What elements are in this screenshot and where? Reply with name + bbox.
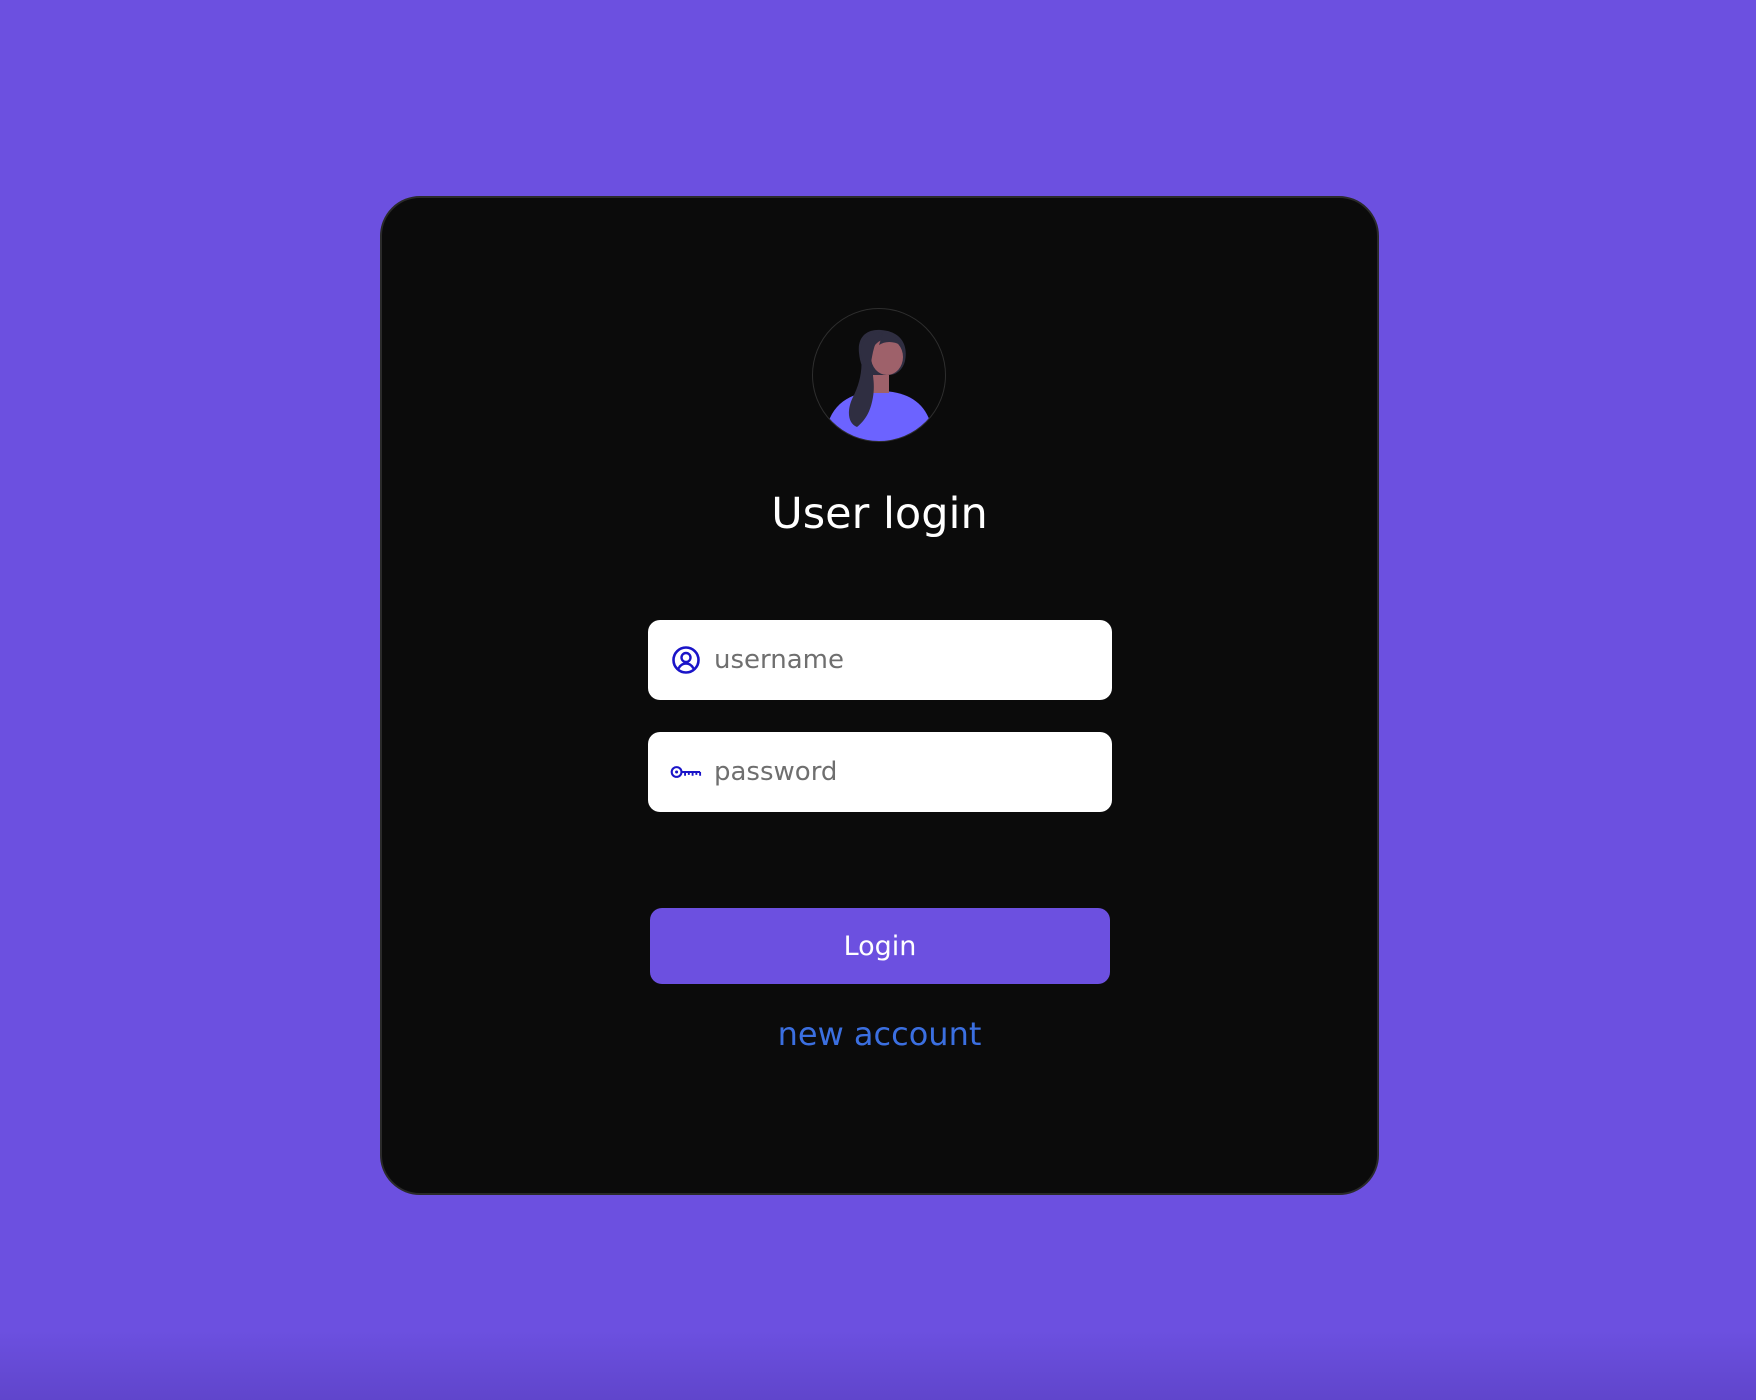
page-title: User login	[771, 489, 988, 539]
username-field[interactable]	[648, 620, 1112, 700]
username-input[interactable]	[714, 645, 1094, 675]
password-field[interactable]	[648, 732, 1112, 812]
user-circle-icon	[670, 644, 702, 676]
avatar	[812, 308, 946, 442]
woman-avatar-icon	[827, 329, 931, 441]
password-input[interactable]	[714, 757, 1094, 787]
login-card: User login Login new account	[380, 196, 1379, 1195]
new-account-link[interactable]: new account	[382, 1014, 1377, 1054]
login-button[interactable]: Login	[650, 908, 1110, 984]
bottom-shade	[0, 1330, 1756, 1400]
key-icon	[670, 756, 702, 788]
